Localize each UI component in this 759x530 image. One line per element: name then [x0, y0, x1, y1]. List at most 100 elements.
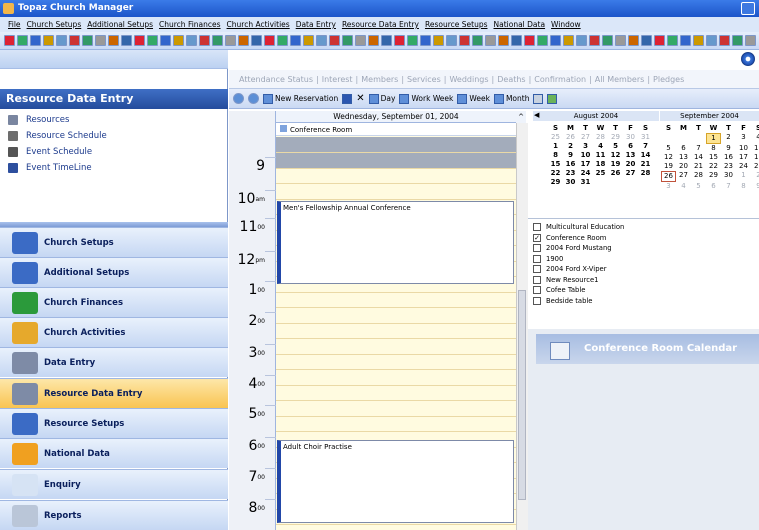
aug-calendar[interactable]: S M T W T F S 25 26 27 28 29 30 31 1 2 3 4 5 6 7 8 9 10 11 12 13 14…: [548, 124, 653, 187]
calendar-day[interactable]: [638, 178, 653, 187]
calendar-day[interactable]: 5: [661, 144, 676, 153]
calendar-day[interactable]: 25: [593, 169, 608, 178]
toolbar-button-icon[interactable]: [420, 35, 431, 46]
nav-reports[interactable]: Reports: [0, 500, 228, 530]
toolbar-button-icon[interactable]: [498, 35, 509, 46]
toolbar-button-icon[interactable]: [69, 35, 80, 46]
tab[interactable]: Weddings: [449, 75, 488, 84]
resource-item[interactable]: 2004 Ford X-Viper: [533, 264, 753, 275]
resource-item[interactable]: Multicultural Education: [533, 222, 753, 233]
toolbar-button-icon[interactable]: [368, 35, 379, 46]
toolbar-button-icon[interactable]: [134, 35, 145, 46]
toolbar-button-icon[interactable]: [407, 35, 418, 46]
pane-item[interactable]: Event Schedule: [8, 144, 228, 160]
calendar-day[interactable]: 24: [578, 169, 593, 178]
calendar-day[interactable]: 8: [548, 151, 563, 160]
pane-item[interactable]: Resource Schedule: [8, 128, 228, 144]
toolbar-button-icon[interactable]: [277, 35, 288, 46]
calendar-day[interactable]: 1: [548, 142, 563, 151]
resource-checkbox[interactable]: [533, 254, 541, 263]
calendar-day[interactable]: 3: [661, 182, 676, 191]
menu-item[interactable]: Resource Setups: [425, 20, 488, 29]
pane-item[interactable]: Resources: [8, 112, 228, 128]
print-button[interactable]: [533, 93, 544, 104]
resource-checkbox[interactable]: [533, 296, 541, 305]
calendar-day[interactable]: 20: [623, 160, 638, 169]
sep-calendar[interactable]: SMTWTFS123456789101112131415161718192021…: [661, 124, 759, 191]
calendar-day[interactable]: 23: [721, 162, 736, 171]
calendar-day[interactable]: 1: [736, 171, 751, 182]
resource-checkbox[interactable]: ✓: [533, 233, 541, 242]
toolbar-button-icon[interactable]: [693, 35, 704, 46]
scroll-thumb[interactable]: [518, 290, 526, 500]
toolbar-button-icon[interactable]: [316, 35, 327, 46]
work-week-view-button[interactable]: Work Week: [399, 93, 453, 104]
calendar-day[interactable]: 19: [608, 160, 623, 169]
toolbar-button-icon[interactable]: [225, 35, 236, 46]
nav-church-finances[interactable]: Church Finances: [0, 287, 228, 317]
toolbar-button-icon[interactable]: [108, 35, 119, 46]
toolbar-button-icon[interactable]: [719, 35, 730, 46]
calendar-day[interactable]: [623, 178, 638, 187]
menu-item[interactable]: Church Finances: [159, 20, 221, 29]
calendar-day[interactable]: 30: [721, 171, 736, 182]
toolbar-button-icon[interactable]: [30, 35, 41, 46]
tab[interactable]: Attendance Status: [239, 75, 313, 84]
calendar-day[interactable]: 2: [751, 171, 759, 182]
calendar-day[interactable]: 18: [751, 153, 759, 162]
toolbar-button-icon[interactable]: [329, 35, 340, 46]
toolbar-button-icon[interactable]: [212, 35, 223, 46]
menu-item[interactable]: File: [8, 20, 21, 29]
toolbar-button-icon[interactable]: [615, 35, 626, 46]
calendar-day[interactable]: [691, 133, 706, 144]
toolbar-button-icon[interactable]: [121, 35, 132, 46]
calendar-day[interactable]: 5: [691, 182, 706, 191]
calendar-day[interactable]: 25: [548, 133, 563, 142]
calendar-day[interactable]: 28: [593, 133, 608, 142]
calendar-day[interactable]: 11: [593, 151, 608, 160]
calendar-day[interactable]: 28: [691, 171, 706, 182]
toolbar-button-icon[interactable]: [17, 35, 28, 46]
calendar-day[interactable]: 4: [676, 182, 691, 191]
all-day-area[interactable]: [276, 137, 516, 169]
menu-item[interactable]: Church Activities: [227, 20, 290, 29]
toolbar-button-icon[interactable]: [303, 35, 314, 46]
calendar-day[interactable]: 20: [676, 162, 691, 171]
menu-item[interactable]: Data Entry: [296, 20, 336, 29]
toolbar-button-icon[interactable]: [576, 35, 587, 46]
nav-church-activities[interactable]: Church Activities: [0, 317, 228, 347]
toolbar-button-icon[interactable]: [43, 35, 54, 46]
toolbar-button-icon[interactable]: [199, 35, 210, 46]
toolbar-button-icon[interactable]: [238, 35, 249, 46]
toolbar-button-icon[interactable]: [446, 35, 457, 46]
toolbar-button-icon[interactable]: [550, 35, 561, 46]
day-view-button[interactable]: Day: [368, 93, 395, 104]
new-reservation-button[interactable]: New Reservation: [263, 93, 338, 104]
toolbar-button-icon[interactable]: [732, 35, 743, 46]
tab[interactable]: Services: [407, 75, 441, 84]
toolbar-button-icon[interactable]: [355, 35, 366, 46]
toolbar-button-icon[interactable]: [524, 35, 535, 46]
calendar-day[interactable]: [676, 133, 691, 144]
calendar-day[interactable]: 3: [736, 133, 751, 144]
calendar-day[interactable]: 29: [706, 171, 721, 182]
calendar-day[interactable]: 22: [706, 162, 721, 171]
calendar-day[interactable]: 3: [578, 142, 593, 151]
calendar-day[interactable]: 7: [691, 144, 706, 153]
tab[interactable]: Deaths: [497, 75, 525, 84]
calendar-day[interactable]: 21: [691, 162, 706, 171]
calendar-day[interactable]: 18: [593, 160, 608, 169]
nav-resource-data-entry[interactable]: Resource Data Entry: [0, 378, 228, 408]
calendar-day[interactable]: 12: [661, 153, 676, 162]
calendar-day[interactable]: 30: [623, 133, 638, 142]
menu-item[interactable]: Additional Setups: [87, 20, 153, 29]
toolbar-button-icon[interactable]: [147, 35, 158, 46]
calendar-day[interactable]: [661, 133, 676, 144]
toolbar-button-icon[interactable]: [95, 35, 106, 46]
calendar-day[interactable]: 25: [751, 162, 759, 171]
calendar-prev-arrow[interactable]: ◀: [534, 111, 539, 119]
resource-checkbox[interactable]: [533, 244, 541, 253]
calendar-day[interactable]: 30: [563, 178, 578, 187]
appointment[interactable]: Men's Fellowship Annual Conference: [277, 201, 514, 284]
menu-item[interactable]: Window: [551, 20, 581, 29]
